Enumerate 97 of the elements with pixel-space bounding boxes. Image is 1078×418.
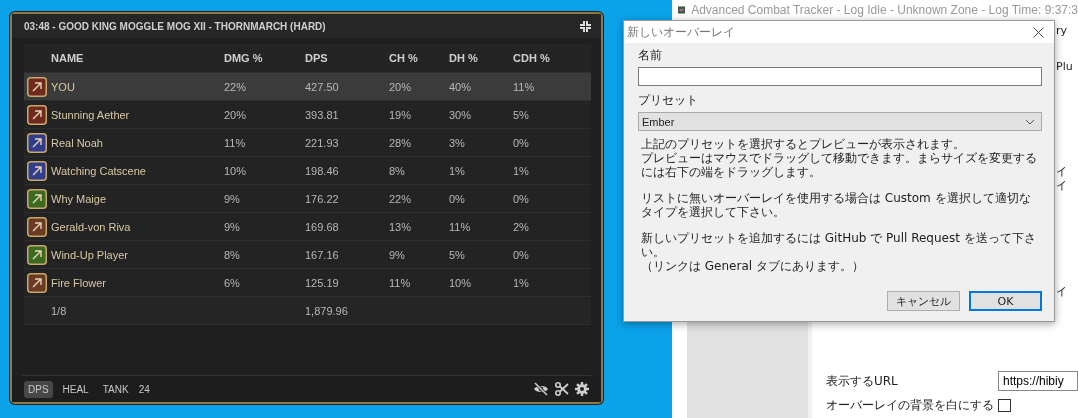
player-row[interactable]: YOU 22% 427.50 20% 40% 11%: [24, 73, 591, 101]
table-cell-text: 22%: [224, 80, 248, 93]
table-cell-text: 20%: [389, 80, 413, 93]
column-header[interactable]: DMG %: [224, 52, 305, 64]
player-name: Why Maige: [50, 192, 108, 205]
player-row[interactable]: Stunning Aether 20% 393.81 19% 30% 5%: [24, 101, 591, 129]
column-header[interactable]: CH %: [389, 52, 449, 64]
scissors-icon[interactable]: [555, 382, 569, 396]
table-cell-text: 1%: [513, 164, 530, 177]
table-cell-text: 3%: [449, 136, 466, 149]
encounter-title: 03:48 - GOOD KING MOGGLE MOG XII - THORNMARCH (HARD): [24, 20, 326, 32]
partial-label: イ: [1056, 284, 1067, 299]
table-cell-text: 9%: [389, 248, 406, 261]
table-cell-text: 0%: [513, 192, 530, 205]
help-text: プレビューはマウスでドラッグして移動できます。まらサイズを変更するには右下の端をドラッグします。: [641, 151, 1038, 179]
partial-label: Plu: [1056, 60, 1073, 73]
table-cell-text: 11%: [513, 80, 536, 93]
url-field[interactable]: https://hibiy: [998, 371, 1078, 391]
table-cell-text: 40%: [449, 80, 473, 93]
player-row[interactable]: Gerald-von Riva 9% 169.68 13% 11% 2%: [24, 213, 591, 241]
settings-icon[interactable]: [575, 382, 589, 396]
eye-slash-icon[interactable]: [533, 382, 549, 396]
preset-dropdown[interactable]: Ember: [638, 112, 1042, 131]
column-header[interactable]: CDH %: [513, 52, 563, 64]
table-cell-text: 10%: [224, 164, 248, 177]
column-header[interactable]: DPS: [305, 52, 389, 64]
player-row[interactable]: Real Noah 11% 221.93 28% 3% 0%: [24, 129, 591, 157]
dialog-title: 新しいオーバーレイ: [627, 23, 735, 41]
table-cell-text: 2%: [513, 220, 530, 233]
player-row[interactable]: Wind-Up Player 8% 167.16 9% 5% 0%: [24, 241, 591, 269]
dialog-button[interactable]: キャンセル: [887, 291, 960, 311]
table-cell-text: 11%: [224, 136, 247, 149]
player-name: Real Noah: [50, 136, 104, 149]
player-row[interactable]: Why Maige 9% 176.22 22% 0% 0%: [24, 185, 591, 213]
role-tab[interactable]: TANK: [98, 380, 133, 398]
table-cell-text: 9%: [224, 220, 241, 233]
table-cell-text: 11%: [449, 220, 472, 233]
role-tab[interactable]: DPS: [24, 380, 53, 398]
table-cell-text: 5%: [449, 248, 466, 261]
partial-label: ry: [1056, 24, 1068, 37]
partial-label: イ: [1056, 178, 1067, 193]
player-name: Wind-Up Player: [50, 248, 130, 261]
table-cell-text: 19%: [389, 108, 413, 121]
help-text: （リンクは General タブにあります。）: [641, 259, 865, 273]
table-cell-text: 221.93: [305, 136, 340, 149]
window-title: Advanced Combat Tracker - Log Idle - Unknown Zone - Log Time: 9:37:3: [691, 3, 1078, 17]
count-label: 24: [138, 383, 150, 395]
table-cell-text: 11%: [389, 276, 412, 289]
chevron-icon: [1025, 118, 1035, 125]
url-label: 表示するURL: [826, 372, 899, 390]
table-cell-text: 13%: [389, 220, 413, 233]
table-cell-text: 8%: [224, 248, 241, 261]
column-header[interactable]: NAME: [24, 52, 224, 64]
table-cell-text: 20%: [224, 108, 248, 121]
table-cell-text: 22%: [389, 192, 413, 205]
player-row[interactable]: Fire Flower 6% 125.19 11% 10% 1%: [24, 269, 591, 297]
table-cell-text: 169.68: [305, 220, 340, 233]
name-field[interactable]: [638, 67, 1042, 86]
role-tab[interactable]: HEAL: [58, 380, 93, 398]
checkbox[interactable]: [998, 399, 1011, 412]
table-cell-text: 0%: [449, 192, 466, 205]
table-cell-text: 0%: [513, 136, 530, 149]
table-cell-text: 427.50: [305, 80, 340, 93]
player-name: Gerald-von Riva: [50, 220, 132, 233]
help-text: リストに無いオーバーレイを使用する場合は Custom を選択して適切なタイプを選択して下さい。: [641, 191, 1032, 219]
table-cell-text: 1%: [449, 164, 466, 177]
player-name: YOU: [50, 80, 76, 93]
table-cell-text: 30%: [449, 108, 473, 121]
checkbox-label: オーバーレイの背景を白にする: [826, 397, 995, 414]
table-cell-text: 125.19: [305, 276, 340, 289]
player-count: 1/8: [50, 304, 68, 317]
table-cell-text: 10%: [449, 276, 473, 289]
table-cell-text: 6%: [224, 276, 241, 289]
table-cell-text: 8%: [389, 164, 406, 177]
total-dps: 1,879.96: [305, 304, 349, 317]
player-name: Stunning Aether: [50, 108, 131, 121]
help-text: 上記のプリセットを選択するとプレビューが表示されます。: [641, 137, 966, 151]
player-name: Watching Catscene: [50, 164, 147, 177]
column-header[interactable]: DH %: [449, 52, 513, 64]
table-cell-text: 198.46: [305, 164, 340, 177]
name-label: 名前: [638, 47, 663, 64]
table-cell-text: 9%: [224, 192, 241, 205]
player-name: Fire Flower: [50, 276, 107, 289]
player-row[interactable]: Watching Catscene 10% 198.46 8% 1% 1%: [24, 157, 591, 185]
table-cell-text: 0%: [513, 248, 530, 261]
table-cell-text: 5%: [513, 108, 530, 121]
table-cell-text: 176.22: [305, 192, 340, 205]
collapse-icon[interactable]: [580, 20, 591, 32]
table-cell-text: 28%: [389, 136, 413, 149]
table-cell-text: 1%: [513, 276, 530, 289]
close-icon[interactable]: [1033, 26, 1044, 38]
help-text: 新しいプリセットを追加するには GitHub で Pull Request を送って下さい。: [641, 231, 1037, 259]
table-cell-text: 393.81: [305, 108, 340, 121]
dialog-button[interactable]: OK: [969, 291, 1042, 311]
preset-label: プリセット: [638, 92, 699, 109]
partial-label: イ: [1056, 164, 1067, 179]
table-cell-text: 167.16: [305, 248, 340, 261]
